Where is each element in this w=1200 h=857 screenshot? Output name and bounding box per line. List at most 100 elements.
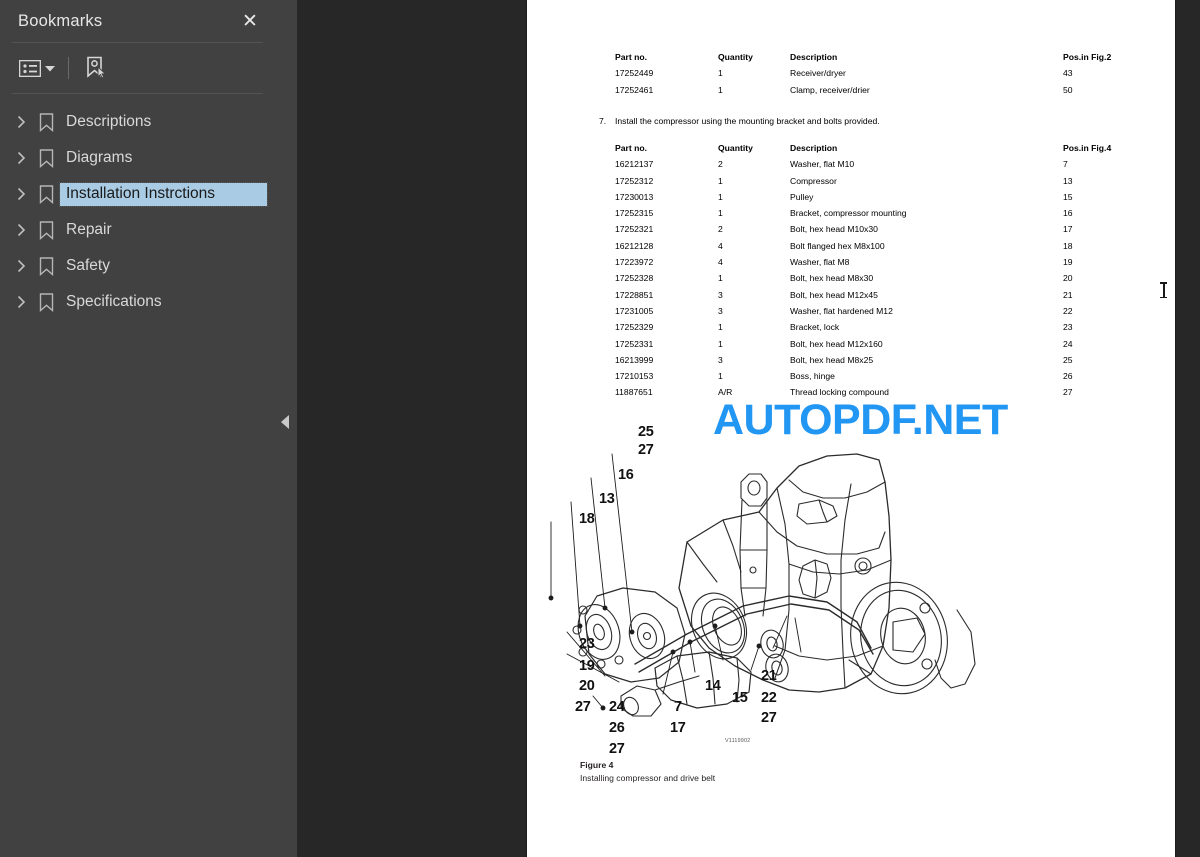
- chevron-right-icon[interactable]: [10, 259, 32, 273]
- cell-part-no: 17252449: [615, 68, 654, 79]
- sidebar-item-descriptions[interactable]: Descriptions: [0, 104, 275, 140]
- cell-description: Bolt, hex head M8x25: [790, 354, 874, 365]
- figure-callout: 27: [638, 442, 654, 458]
- cell-quantity: 4: [718, 257, 723, 268]
- table-row: 17210153 1 Boss, hinge 26: [615, 371, 1145, 387]
- table-row: 16213999 3 Bolt, hex head M8x25 25: [615, 355, 1145, 371]
- cell-position: 15: [1063, 191, 1073, 202]
- table-header-row: Part no. Quantity Description Pos.in Fig…: [615, 52, 1145, 68]
- cell-position: 19: [1063, 257, 1073, 268]
- cell-part-no: 17228851: [615, 289, 654, 300]
- cell-quantity: 1: [718, 208, 723, 219]
- pdf-viewer-area[interactable]: Part no. Quantity Description Pos.in Fig…: [297, 0, 1200, 857]
- bookmarks-header: Bookmarks ✕: [0, 0, 275, 42]
- figure-callout: 26: [609, 720, 625, 736]
- col-header-description: Description: [790, 52, 838, 62]
- figure-callout: 7: [674, 699, 682, 715]
- figure-callout: 19: [579, 658, 595, 674]
- cell-description: Bolt, hex head M12x45: [790, 289, 878, 300]
- sidebar-item-label: Installation Instrctions: [59, 181, 268, 207]
- cell-quantity: 2: [718, 159, 723, 170]
- bookmark-icon: [32, 148, 60, 168]
- table-row: 16212128 4 Bolt flanged hex M8x100 18: [615, 241, 1145, 257]
- cell-part-no: 17210153: [615, 371, 654, 382]
- cell-part-no: 16212128: [615, 240, 654, 251]
- cell-part-no: 17252321: [615, 224, 654, 235]
- chevron-right-icon[interactable]: [10, 223, 32, 237]
- sidebar-item-repair[interactable]: Repair: [0, 212, 275, 248]
- list-options-icon: [19, 59, 41, 77]
- parts-table-fig4: Part no. Quantity Description Pos.in Fig…: [615, 143, 1145, 404]
- col-header-part-no: Part no.: [615, 143, 647, 153]
- figure-callout: 21: [761, 668, 777, 684]
- col-header-quantity: Quantity: [718, 143, 753, 153]
- cell-part-no: 17223972: [615, 257, 654, 268]
- cell-quantity: A/R: [718, 387, 733, 398]
- cell-description: Boss, hinge: [790, 371, 835, 382]
- sidebar-item-diagrams[interactable]: Diagrams: [0, 140, 275, 176]
- cell-quantity: 1: [718, 175, 723, 186]
- table-row: 17252449 1 Receiver/dryer 43: [615, 68, 1145, 84]
- figure-caption-title: Figure 4: [580, 760, 614, 770]
- parts-table-fig2: Part no. Quantity Description Pos.in Fig…: [615, 52, 1145, 101]
- sidebar-item-label: Repair: [66, 220, 112, 238]
- chevron-right-icon[interactable]: [10, 187, 32, 201]
- cell-description: Bracket, lock: [790, 322, 840, 333]
- figure-callout: 20: [579, 678, 595, 694]
- sidebar-item-installation-instrctions[interactable]: Installation Instrctions: [0, 176, 275, 212]
- new-bookmark-button[interactable]: [79, 52, 113, 84]
- cell-quantity: 3: [718, 305, 723, 316]
- step-text: Install the compressor using the mountin…: [615, 116, 880, 126]
- col-header-position: Pos.in Fig.4: [1063, 143, 1112, 153]
- cell-position: 13: [1063, 175, 1073, 186]
- cell-position: 7: [1063, 159, 1068, 170]
- close-icon[interactable]: ✕: [239, 10, 261, 32]
- figure-callout: 25: [638, 424, 654, 440]
- chevron-right-icon[interactable]: [10, 151, 32, 165]
- figure-callout: 13: [599, 491, 615, 507]
- cell-position: 43: [1063, 68, 1073, 79]
- toolbar-separator: [68, 57, 69, 79]
- cell-description: Bolt, hex head M8x30: [790, 273, 874, 284]
- cell-part-no: 17230013: [615, 191, 654, 202]
- cell-description: Washer, flat M8: [790, 257, 850, 268]
- col-header-position: Pos.in Fig.2: [1063, 52, 1112, 62]
- table-row: 17223972 4 Washer, flat M8 19: [615, 257, 1145, 273]
- chevron-right-icon[interactable]: [10, 115, 32, 129]
- chevron-right-icon[interactable]: [10, 295, 32, 309]
- cell-description: Clamp, receiver/drier: [790, 84, 870, 95]
- table-row: 17252315 1 Bracket, compressor mounting 16: [615, 208, 1145, 224]
- figure-callout: 17: [670, 720, 686, 736]
- collapse-left-icon[interactable]: [281, 415, 289, 429]
- sidebar-item-specifications[interactable]: Specifications: [0, 284, 275, 320]
- step-number: 7.: [599, 116, 607, 126]
- cell-part-no: 17252315: [615, 208, 654, 219]
- cell-quantity: 1: [718, 68, 723, 79]
- cell-position: 17: [1063, 224, 1073, 235]
- bookmark-icon: [32, 256, 60, 276]
- table-row: 17228851 3 Bolt, hex head M12x45 21: [615, 290, 1145, 306]
- sidebar-resize-strip: [275, 0, 297, 857]
- sidebar-item-label: Descriptions: [66, 112, 152, 130]
- figure-code: V1119902: [725, 738, 751, 744]
- bookmark-options-button[interactable]: [14, 56, 60, 81]
- cell-description: Washer, flat M10: [790, 159, 855, 170]
- cell-position: 20: [1063, 273, 1073, 284]
- table-row: 17252312 1 Compressor 13: [615, 176, 1145, 192]
- cell-quantity: 1: [718, 371, 723, 382]
- table-row: 17230013 1 Pulley 15: [615, 192, 1145, 208]
- bookmark-icon: [32, 184, 60, 204]
- bookmarks-sidebar: Bookmarks ✕ Descriptions Diagrams Instal…: [0, 0, 275, 857]
- bookmark-icon: [32, 112, 60, 132]
- col-header-description: Description: [790, 143, 838, 153]
- sidebar-item-safety[interactable]: Safety: [0, 248, 275, 284]
- cell-description: Washer, flat hardened M12: [790, 305, 893, 316]
- col-header-part-no: Part no.: [615, 52, 647, 62]
- cell-part-no: 17252331: [615, 338, 654, 349]
- cell-position: 21: [1063, 289, 1073, 300]
- cell-description: Bolt, hex head M12x160: [790, 338, 883, 349]
- cell-description: Bracket, compressor mounting: [790, 208, 907, 219]
- table-row: 17252331 1 Bolt, hex head M12x160 24: [615, 339, 1145, 355]
- sidebar-item-label: Diagrams: [66, 148, 133, 166]
- pdf-reader-window: Bookmarks ✕ Descriptions Diagrams Instal…: [0, 0, 1200, 857]
